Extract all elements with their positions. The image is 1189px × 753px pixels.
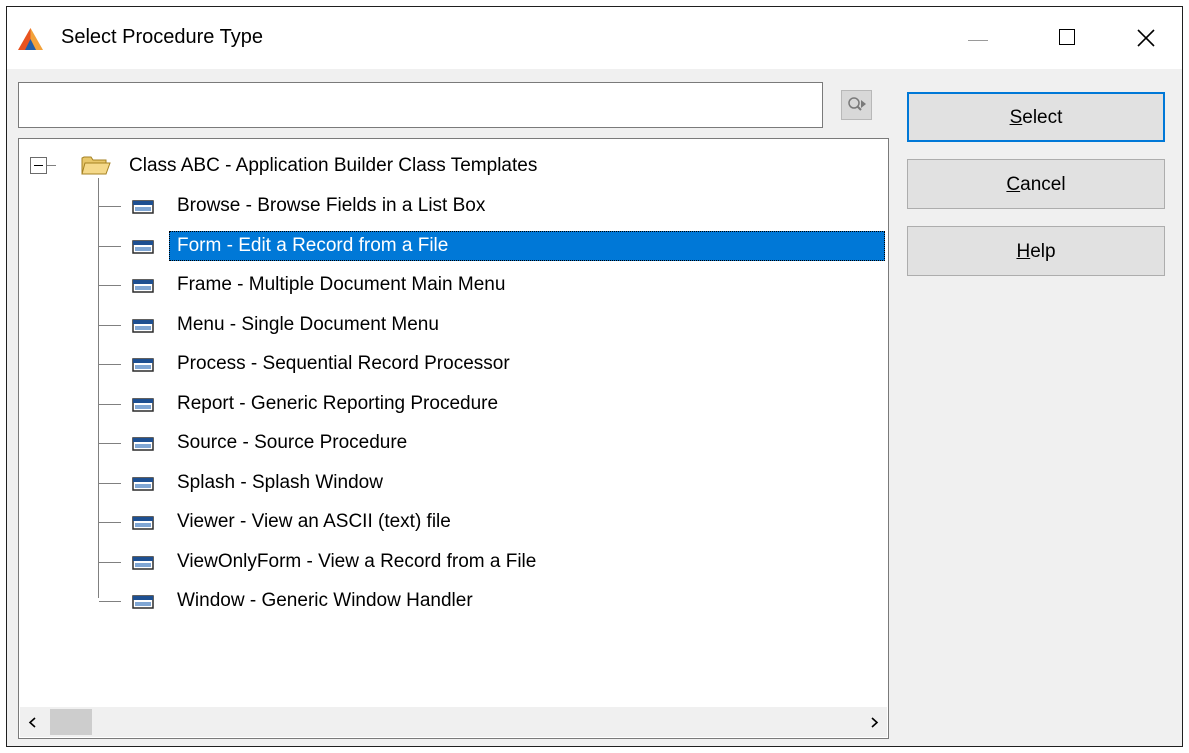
tree-item-label: Window - Generic Window Handler (177, 590, 473, 611)
cancel-button-mnemonic: C (1006, 174, 1021, 195)
locate-icon (848, 97, 866, 111)
select-button-label: elect (1022, 107, 1063, 128)
procedure-window-icon (132, 555, 154, 570)
scrollbar-thumb[interactable] (50, 709, 92, 735)
tree-item-label: Process - Sequential Record Processor (177, 353, 510, 374)
tree-connector-line (99, 561, 121, 563)
tree-item[interactable]: Viewer - View an ASCII (text) file (19, 507, 888, 537)
procedure-window-icon (132, 397, 154, 412)
app-logo-icon (18, 28, 43, 50)
tree-item-label: ViewOnlyForm - View a Record from a File (177, 550, 537, 572)
tree-item[interactable]: Source - Source Procedure (19, 428, 888, 458)
tree-item-label: Source - Source Procedure (177, 432, 408, 453)
horizontal-scrollbar[interactable] (20, 707, 887, 737)
tree-connector-line (99, 482, 121, 484)
tree-item-label: Frame - Multiple Document Main Menu (177, 274, 506, 295)
tree-root-node[interactable]: Class ABC - Application Builder Class Te… (19, 151, 879, 181)
maximize-icon (1059, 29, 1075, 45)
procedure-tree[interactable]: Class ABC - Application Builder Class Te… (18, 138, 889, 739)
tree-connector-line (99, 245, 121, 247)
minimize-button[interactable] (931, 7, 1021, 69)
tree-item[interactable]: Menu - Single Document Menu (19, 310, 888, 340)
procedure-window-icon (132, 476, 154, 491)
minimize-icon (968, 40, 988, 41)
tree-connector-line (99, 324, 121, 326)
tree-item[interactable]: Splash - Splash Window (19, 468, 888, 498)
help-button-mnemonic: H (1016, 241, 1031, 262)
title-bar[interactable]: Select Procedure Type (7, 7, 1182, 69)
search-input[interactable] (18, 82, 823, 128)
cancel-button-label: ancel (1020, 174, 1066, 195)
help-button[interactable]: Help (907, 226, 1165, 276)
help-button-label: elp (1030, 241, 1056, 262)
tree-item[interactable]: Frame - Multiple Document Main Menu (19, 270, 888, 300)
procedure-window-icon (132, 318, 154, 333)
procedure-window-icon (132, 358, 154, 372)
procedure-window-icon (132, 279, 154, 293)
collapse-toggle-icon[interactable] (30, 157, 47, 174)
select-button-mnemonic: S (1009, 107, 1023, 128)
tree-connector-line (99, 522, 121, 523)
select-button[interactable]: Select (907, 92, 1165, 142)
tree-item-label: Viewer - View an ASCII (text) file (177, 511, 451, 532)
select-procedure-dialog: Select Procedure Type Class ABC - Applic… (6, 6, 1183, 747)
close-button[interactable] (1111, 7, 1182, 69)
locate-button[interactable] (841, 90, 872, 120)
open-folder-icon (81, 156, 111, 175)
tree-item[interactable]: Process - Sequential Record Processor (19, 349, 888, 379)
tree-item-label: Splash - Splash Window (177, 471, 383, 493)
tree-item-label: Report - Generic Reporting Procedure (177, 392, 499, 414)
procedure-window-icon (132, 239, 154, 254)
procedure-window-icon (132, 437, 154, 451)
tree-item[interactable]: Window - Generic Window Handler (19, 586, 888, 616)
procedure-window-icon (132, 516, 154, 530)
tree-root-label: Class ABC - Application Builder Class Te… (129, 155, 538, 176)
tree-connector-line (99, 443, 121, 444)
tree-connector-line (99, 206, 121, 207)
tree-connector-line (47, 165, 56, 166)
tree-item[interactable]: ViewOnlyForm - View a Record from a File (19, 547, 888, 577)
tree-item[interactable]: Report - Generic Reporting Procedure (19, 389, 888, 419)
tree-item[interactable]: Form - Edit a Record from a File (19, 230, 888, 261)
scroll-left-icon[interactable] (28, 717, 37, 728)
tree-connector-line (99, 403, 121, 405)
scroll-right-icon[interactable] (870, 717, 879, 728)
tree-item-label: Form - Edit a Record from a File (177, 234, 449, 256)
tree-connector-line (99, 364, 121, 365)
tree-item[interactable]: Browse - Browse Fields in a List Box (19, 191, 888, 221)
tree-item-label: Browse - Browse Fields in a List Box (177, 195, 486, 216)
close-icon (1137, 29, 1155, 47)
tree-connector-line (99, 285, 121, 286)
window-title: Select Procedure Type (61, 26, 263, 48)
tree-connector-line (99, 601, 121, 602)
procedure-window-icon (132, 200, 154, 214)
tree-item-label: Menu - Single Document Menu (177, 313, 439, 335)
cancel-button[interactable]: Cancel (907, 159, 1165, 209)
maximize-button[interactable] (1021, 7, 1111, 69)
procedure-window-icon (132, 595, 154, 609)
